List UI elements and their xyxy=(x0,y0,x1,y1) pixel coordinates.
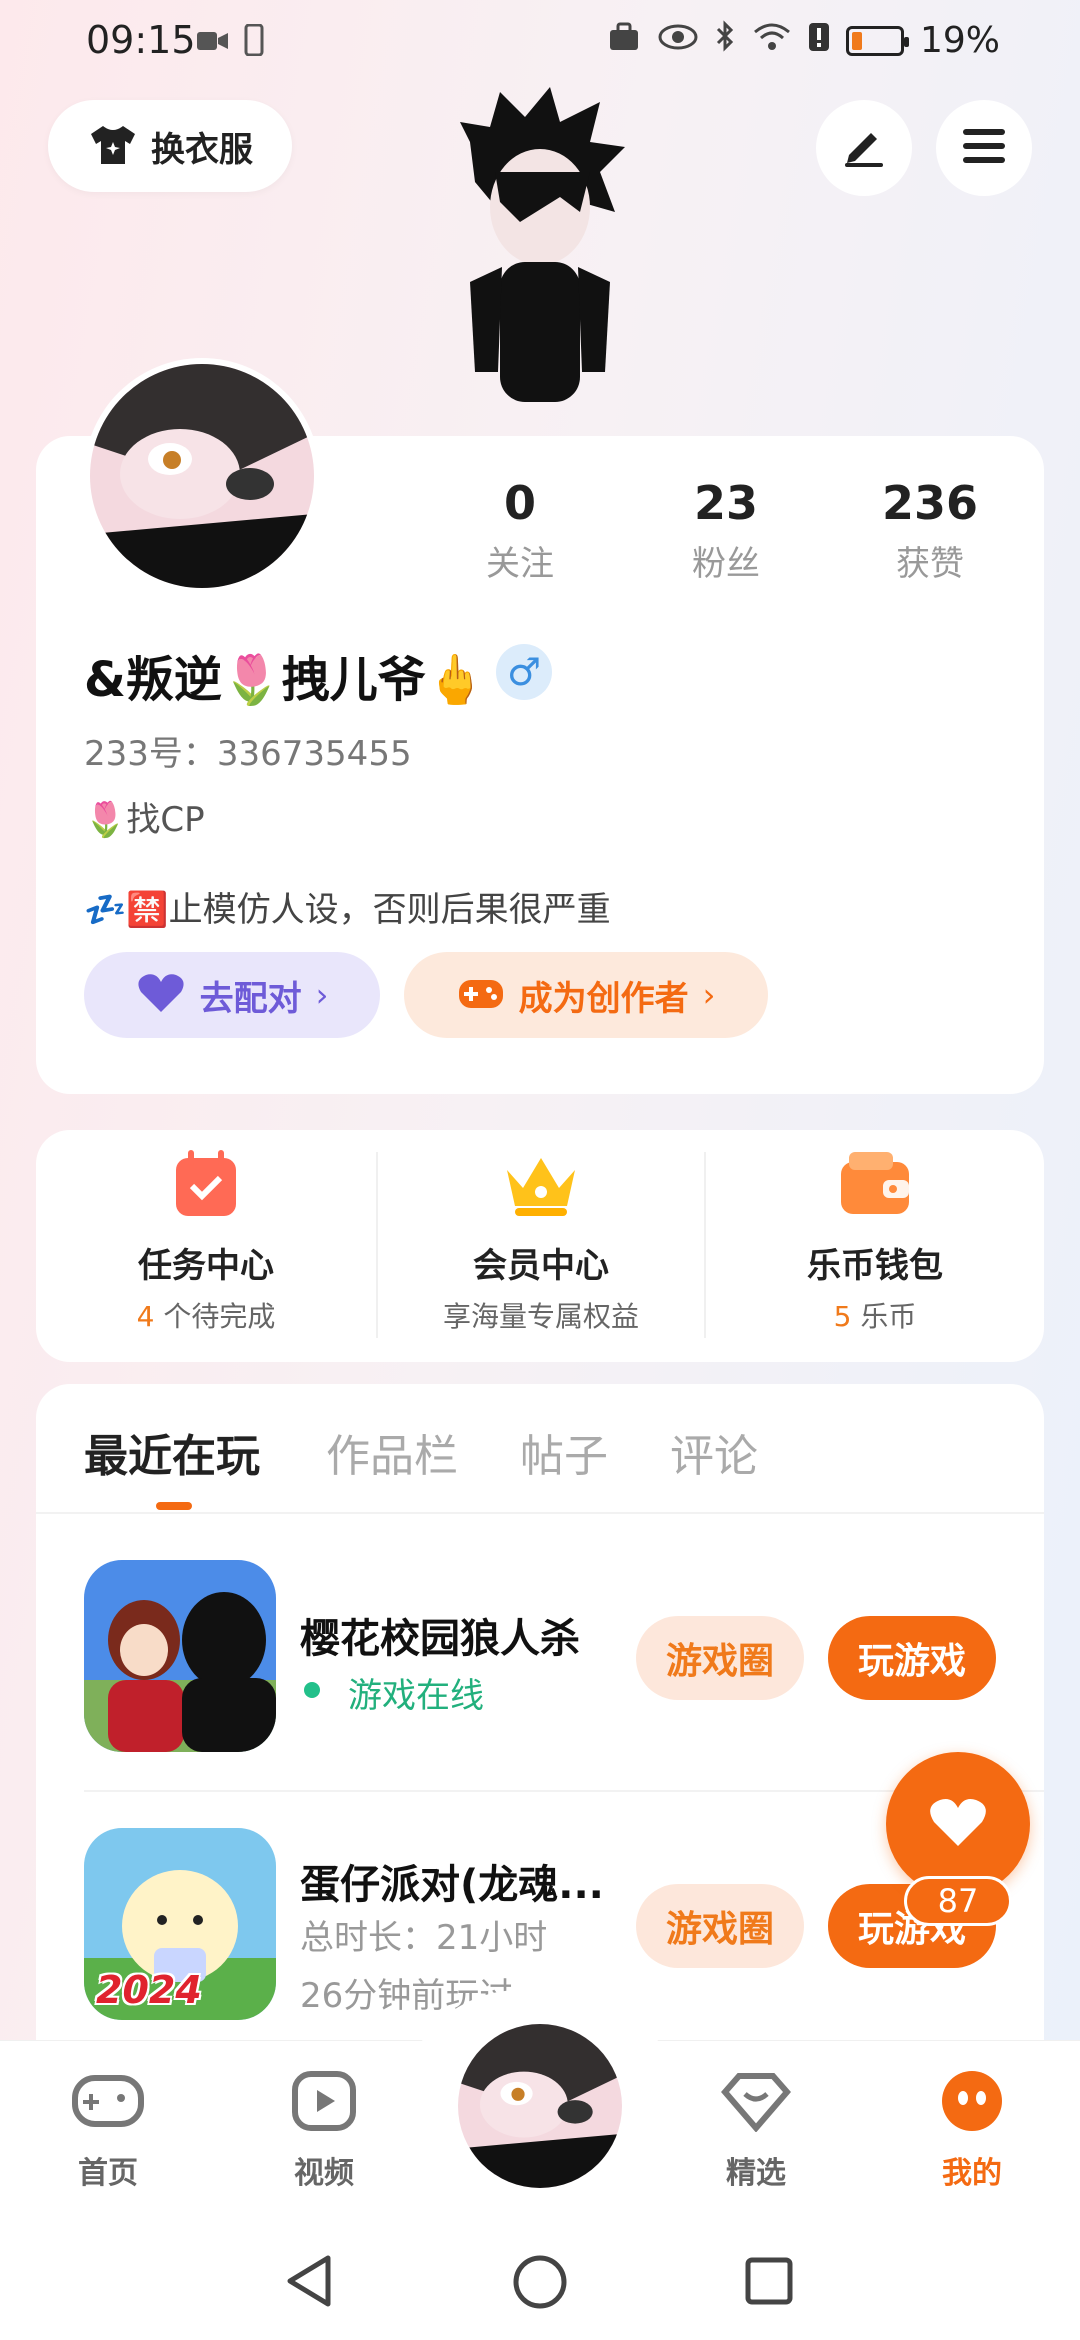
game-circle-button[interactable]: 游戏圈 xyxy=(636,1884,804,1968)
profile-avatar[interactable] xyxy=(84,358,320,594)
wardrobe-label: 换衣服 xyxy=(151,129,253,170)
task-center-title: 任务中心 xyxy=(138,1246,274,1286)
member-center-title: 会员中心 xyxy=(473,1246,609,1286)
pencil-icon xyxy=(841,123,887,173)
match-button[interactable]: 去配对 › xyxy=(84,952,380,1038)
wallet-title: 乐币钱包 xyxy=(807,1246,943,1286)
tab-posts[interactable]: 帖子 xyxy=(520,1420,608,1484)
menu-button[interactable] xyxy=(936,100,1032,196)
tab-indicator xyxy=(156,1502,192,1510)
game-title[interactable]: 樱花校园狼人杀 xyxy=(300,1606,580,1664)
match-label: 去配对 xyxy=(199,978,302,1019)
wallet-sub: 乐币 xyxy=(860,1300,917,1333)
edit-button[interactable] xyxy=(816,100,912,196)
game-title[interactable]: 蛋仔派对(龙魂... xyxy=(300,1852,604,1910)
stat-fans-label: 粉丝 xyxy=(692,544,760,584)
user-tagline: 🌷找CP xyxy=(84,800,205,840)
shirt-icon xyxy=(87,122,139,170)
play-game-button[interactable]: 玩游戏 xyxy=(828,1616,996,1700)
crown-icon xyxy=(501,1148,581,1224)
gamepad-icon xyxy=(457,974,505,1016)
gender-male-icon: ♂ xyxy=(496,644,552,700)
diamond-heart-icon xyxy=(721,2070,791,2140)
battery-icon xyxy=(845,25,909,56)
task-count: 4 xyxy=(136,1300,155,1333)
bluetooth-icon xyxy=(714,20,736,61)
divider xyxy=(36,1512,1044,1514)
stat-fans[interactable]: 23 粉丝 xyxy=(656,476,796,585)
phone-icon xyxy=(244,23,264,60)
nav-video-label: 视频 xyxy=(294,2156,354,2191)
game-icon-eggy-party[interactable]: 2024 xyxy=(84,1828,276,2020)
nav-avatar-center[interactable] xyxy=(452,2018,628,2194)
coin-count: 5 xyxy=(833,1300,852,1333)
stat-likes-label: 获赞 xyxy=(896,544,964,584)
stat-following-value: 0 xyxy=(503,476,536,530)
home-circle-icon[interactable] xyxy=(512,2254,568,2314)
tab-recently-played[interactable]: 最近在玩 xyxy=(84,1420,260,1484)
nav-featured-label: 精选 xyxy=(726,2156,786,2191)
stat-following[interactable]: 0 关注 xyxy=(450,476,590,585)
floating-like-button[interactable] xyxy=(886,1752,1030,1896)
stat-fans-value: 23 xyxy=(693,476,758,530)
avatar-character-figure[interactable] xyxy=(440,82,640,432)
wifi-icon xyxy=(752,20,792,61)
gamepad-icon xyxy=(71,2070,145,2140)
heart-icon xyxy=(928,1796,988,1852)
chevron-right-icon: › xyxy=(315,976,329,1014)
coin-wallet[interactable]: 乐币钱包 5 乐币 xyxy=(706,1148,1044,1335)
smiley-face-icon xyxy=(939,2070,1005,2140)
nav-featured[interactable]: 精选 xyxy=(696,2070,816,2192)
recents-square-icon[interactable] xyxy=(744,2256,794,2310)
member-center-sub: 享海量专属权益 xyxy=(442,1300,639,1333)
status-right: 19% xyxy=(608,20,1000,61)
creator-label: 成为创作者 xyxy=(518,978,689,1019)
game-icon-sakura[interactable] xyxy=(84,1560,276,1752)
play-video-icon xyxy=(291,2070,357,2140)
wardrobe-button[interactable]: 换衣服 xyxy=(48,100,292,192)
task-center[interactable]: 任务中心 4 个待完成 xyxy=(36,1148,376,1335)
game-play-duration: 总时长：21小时 xyxy=(300,1918,548,1958)
stat-likes-value: 236 xyxy=(881,476,979,530)
back-triangle-icon[interactable] xyxy=(284,2254,336,2312)
tab-works[interactable]: 作品栏 xyxy=(326,1420,458,1484)
eye-icon xyxy=(658,20,698,61)
game-icon-year-label: 2024 xyxy=(96,1968,202,2012)
nav-me[interactable]: 我的 xyxy=(912,2070,1032,2192)
nav-home-label: 首页 xyxy=(78,2156,138,2191)
game-status: 游戏在线 xyxy=(348,1676,484,1716)
user-bio: 💤🈲止模仿人设，否则后果很严重 xyxy=(84,890,611,930)
user-id[interactable]: 233号：336735455 xyxy=(84,726,412,775)
status-time: 09:15 xyxy=(86,18,196,62)
nav-video[interactable]: 视频 xyxy=(264,2070,384,2192)
stat-likes[interactable]: 236 获赞 xyxy=(860,476,1000,585)
nickname: &叛逆🌷拽儿爷🖕 xyxy=(84,652,486,708)
game-circle-button[interactable]: 游戏圈 xyxy=(636,1616,804,1700)
task-center-sub: 个待完成 xyxy=(163,1300,276,1333)
video-record-icon xyxy=(196,28,230,58)
nav-home[interactable]: 首页 xyxy=(48,2070,168,2192)
wallet-icon xyxy=(837,1148,913,1224)
like-count-badge: 87 xyxy=(904,1876,1012,1926)
alert-icon xyxy=(808,20,830,61)
hamburger-menu-icon xyxy=(961,126,1007,170)
become-creator-button[interactable]: 成为创作者 › xyxy=(404,952,768,1038)
nav-me-label: 我的 xyxy=(942,2156,1002,2191)
online-dot xyxy=(304,1682,320,1698)
heart-icon xyxy=(136,972,186,1018)
tab-comments[interactable]: 评论 xyxy=(670,1420,758,1484)
status-bar: 09:15 19% xyxy=(0,0,1080,84)
chevron-right-icon: › xyxy=(702,976,716,1014)
stat-following-label: 关注 xyxy=(486,544,554,584)
calendar-check-icon xyxy=(170,1148,242,1224)
member-center[interactable]: 会员中心 享海量专属权益 xyxy=(378,1148,704,1335)
battery-percent: 19% xyxy=(919,20,1000,61)
briefcase-off-icon xyxy=(608,20,642,61)
